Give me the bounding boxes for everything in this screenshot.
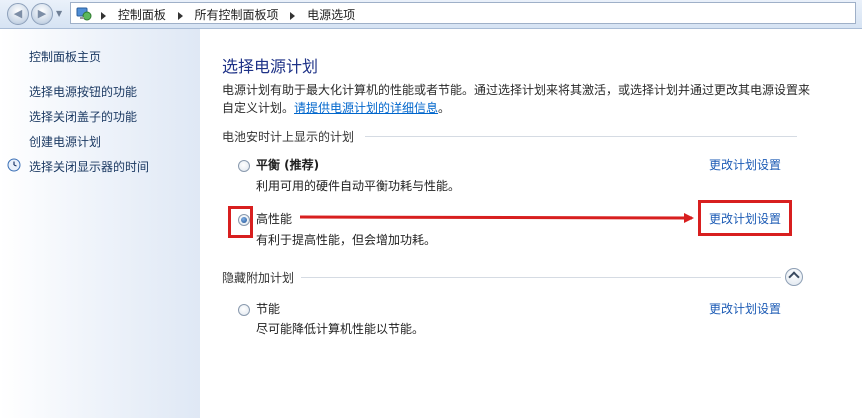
annotation-arrow-icon [299, 212, 694, 223]
